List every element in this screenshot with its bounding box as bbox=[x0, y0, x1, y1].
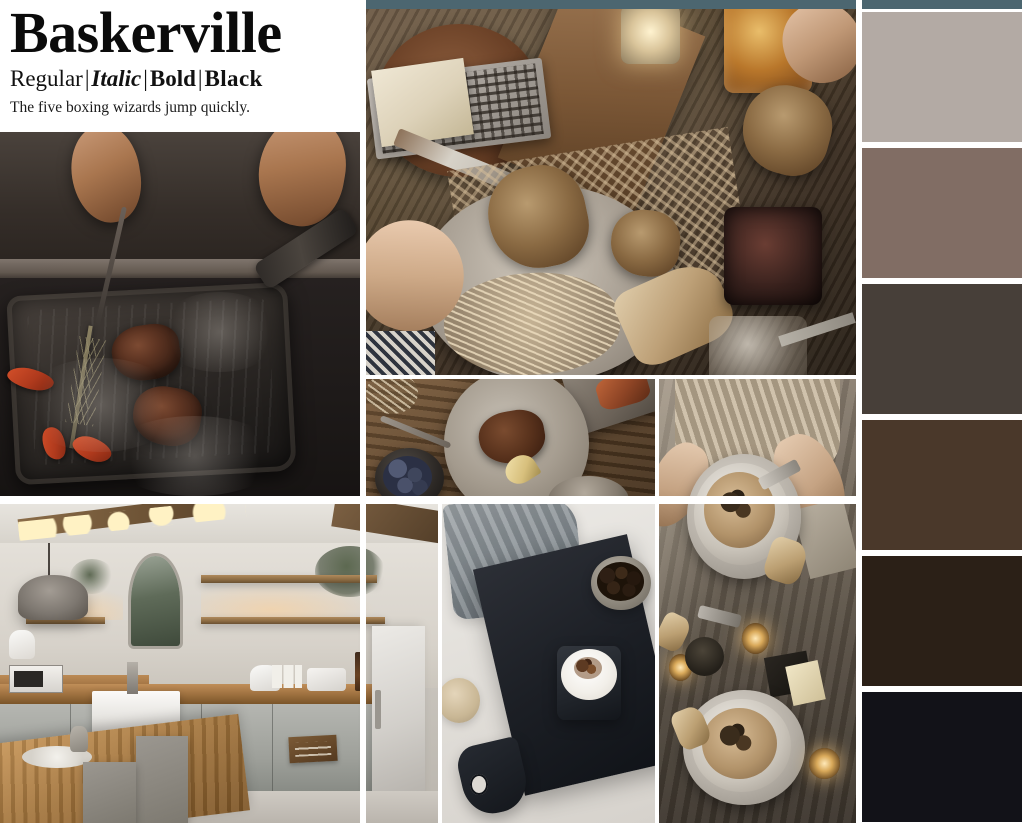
checked-cloth bbox=[366, 331, 435, 375]
red-wine-glass bbox=[723, 206, 822, 306]
weight-bold: Bold bbox=[149, 66, 196, 91]
dining-chair bbox=[83, 761, 136, 826]
smoke-wisp bbox=[158, 292, 281, 373]
font-weights-line: Regular|Italic|Bold|Black bbox=[10, 66, 350, 91]
gutter-vertical bbox=[360, 0, 366, 826]
fridge-freezer bbox=[372, 626, 425, 804]
cocoa-dusting bbox=[574, 656, 602, 680]
colour-swatch[interactable] bbox=[862, 12, 1022, 142]
image-grill-pan bbox=[0, 132, 360, 496]
gutter-vertical bbox=[856, 0, 862, 826]
weight-separator-3: | bbox=[197, 66, 203, 91]
weight-black: Black bbox=[204, 66, 263, 91]
candle-jar bbox=[620, 9, 680, 64]
water-glass bbox=[709, 316, 807, 375]
gutter-horizontal bbox=[0, 496, 862, 504]
colour-swatch[interactable] bbox=[862, 420, 1022, 550]
table-ornament bbox=[70, 726, 88, 752]
spice-tin bbox=[684, 636, 724, 677]
pangram-sample: The five boxing wizards jump quickly. bbox=[10, 99, 251, 117]
gutter-vertical bbox=[655, 504, 659, 826]
image-steak-plate bbox=[366, 379, 655, 503]
dining-chair bbox=[135, 735, 189, 826]
open-shelf bbox=[201, 616, 386, 625]
cabinet-seam bbox=[271, 703, 273, 794]
weight-italic: Italic bbox=[91, 66, 142, 91]
weight-separator-2: | bbox=[143, 66, 148, 91]
image-grey-kitchen bbox=[0, 504, 438, 826]
colour-swatch[interactable] bbox=[862, 284, 1022, 414]
pendant-light bbox=[17, 574, 88, 620]
smoke-wisp bbox=[108, 415, 281, 496]
colour-swatch[interactable] bbox=[862, 556, 1022, 686]
wooden-sign bbox=[288, 734, 338, 763]
gutter-horizontal bbox=[0, 128, 360, 132]
arched-mirror bbox=[131, 555, 180, 646]
image-coffee-flatlay bbox=[442, 504, 655, 826]
weight-regular: Regular bbox=[10, 66, 83, 91]
ceramic-ornament bbox=[8, 629, 36, 659]
parmesan-block bbox=[370, 57, 474, 147]
top-accent-bar bbox=[363, 0, 1024, 9]
colour-swatch[interactable] bbox=[862, 692, 1022, 822]
wooden-coaster bbox=[442, 677, 481, 723]
microwave bbox=[8, 665, 64, 693]
open-shelf bbox=[201, 574, 377, 583]
board-hanging-hole bbox=[469, 774, 488, 796]
toaster bbox=[306, 668, 346, 691]
image-soup-table bbox=[659, 379, 856, 823]
colour-swatch[interactable] bbox=[862, 148, 1022, 278]
font-name: Baskerville bbox=[10, 0, 282, 65]
image-rustic-table bbox=[366, 9, 856, 375]
gutter-vertical bbox=[655, 379, 659, 504]
coffee-beans bbox=[597, 561, 645, 601]
mood-board: Baskerville Regular|Italic|Bold|Black Th… bbox=[0, 0, 1024, 826]
storage-jars bbox=[271, 665, 303, 688]
typography-specimen-card: Baskerville Regular|Italic|Bold|Black Th… bbox=[0, 0, 360, 128]
gutter-vertical bbox=[438, 504, 442, 826]
kitchen-tap bbox=[127, 661, 138, 694]
tea-light-candle bbox=[808, 747, 841, 779]
gutter-horizontal bbox=[366, 375, 656, 379]
